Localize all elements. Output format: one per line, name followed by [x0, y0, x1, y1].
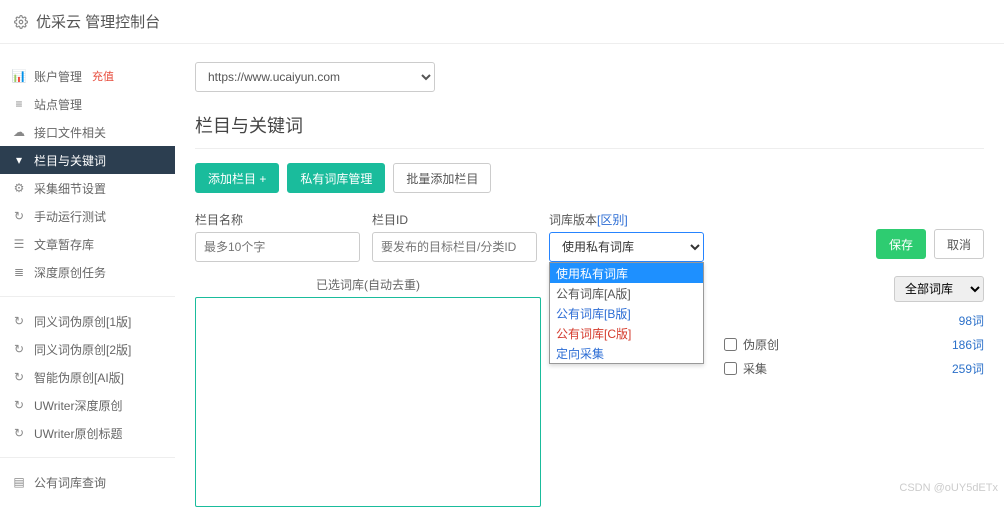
- site-url-select[interactable]: https://www.ucaiyun.com: [195, 62, 435, 92]
- layers-icon: ≡: [12, 97, 26, 111]
- sync-icon: ↻: [12, 370, 26, 384]
- dropdown-option-targeted[interactable]: 定向采集: [550, 343, 703, 363]
- stat-value: 98词: [959, 312, 984, 329]
- stat-row: 伪原创 186词: [724, 332, 984, 356]
- gear-icon: [14, 14, 28, 30]
- chart-icon: 📊: [12, 69, 26, 83]
- sidebar-item-syn1[interactable]: ↻同义词伪原创[1版]: [0, 307, 175, 335]
- sync-icon: ↻: [12, 398, 26, 412]
- sidebar-item-site[interactable]: ≡站点管理: [0, 90, 175, 118]
- lib-version-label: 词库版本[区别]: [549, 211, 704, 228]
- sync-icon: ↻: [12, 314, 26, 328]
- cogs-icon: ⚙: [12, 181, 26, 195]
- sidebar-item-store[interactable]: ☰文章暂存库: [0, 230, 175, 258]
- lib-version-dropdown: 使用私有词库 公有词库[A版] 公有词库[B版] 公有词库[C版] 定向采集: [549, 262, 704, 364]
- divider: [0, 457, 175, 458]
- book-icon: ▤: [12, 475, 26, 489]
- lib-filter-select[interactable]: 全部词库: [894, 276, 984, 302]
- recharge-badge: 充值: [92, 68, 114, 84]
- pseudo-original-checkbox[interactable]: [724, 338, 737, 351]
- sync-icon: ↻: [12, 426, 26, 440]
- sync-icon: ↻: [12, 342, 26, 356]
- stat-row: 采集 259词: [724, 356, 984, 380]
- divider: [0, 296, 175, 297]
- app-title: 优采云 管理控制台: [36, 11, 160, 32]
- sidebar-item-syn2[interactable]: ↻同义词伪原创[2版]: [0, 335, 175, 363]
- column-id-label: 栏目ID: [372, 211, 537, 228]
- column-name-label: 栏目名称: [195, 211, 360, 228]
- list-icon: ☰: [12, 237, 26, 251]
- stat-label: 采集: [743, 360, 767, 377]
- stat-value: 186词: [952, 336, 984, 353]
- app-header: 优采云 管理控制台: [0, 0, 1004, 44]
- private-lib-button[interactable]: 私有词库管理: [287, 163, 385, 193]
- button-row: 添加栏目 + 私有词库管理 批量添加栏目: [195, 163, 984, 193]
- collect-checkbox[interactable]: [724, 362, 737, 375]
- page-title: 栏目与关键词: [195, 112, 984, 149]
- cancel-button[interactable]: 取消: [934, 229, 984, 259]
- sidebar-item-collect[interactable]: ⚙采集细节设置: [0, 174, 175, 202]
- refresh-icon: ↻: [12, 209, 26, 223]
- bulk-add-button[interactable]: 批量添加栏目: [393, 163, 491, 193]
- sidebar-item-deep[interactable]: ≣深度原创任务: [0, 258, 175, 286]
- main-content: https://www.ucaiyun.com 栏目与关键词 添加栏目 + 私有…: [175, 44, 1004, 525]
- selected-lib-title: 已选词库(自动去重): [195, 276, 541, 293]
- watermark: CSDN @oUY5dETx: [899, 482, 998, 494]
- filter-icon: ▾: [12, 153, 26, 167]
- stats-column: 全部词库 98词 伪原创 186词 采集 259词: [724, 276, 984, 507]
- save-button[interactable]: 保存: [876, 229, 926, 259]
- dropdown-option-c[interactable]: 公有词库[C版]: [550, 323, 703, 343]
- sidebar-item-public-lib[interactable]: ▤公有词库查询: [0, 468, 175, 496]
- dropdown-option-private[interactable]: 使用私有词库: [550, 263, 703, 283]
- sidebar-item-columns[interactable]: ▾栏目与关键词: [0, 146, 175, 174]
- sidebar: 📊账户管理充值 ≡站点管理 ☁接口文件相关 ▾栏目与关键词 ⚙采集细节设置 ↻手…: [0, 44, 175, 525]
- lib-version-select[interactable]: 使用私有词库: [549, 232, 704, 262]
- dropdown-option-a[interactable]: 公有词库[A版]: [550, 283, 703, 303]
- stat-label: 伪原创: [743, 336, 779, 353]
- sidebar-item-uwriter-deep[interactable]: ↻UWriter深度原创: [0, 391, 175, 419]
- dropdown-option-b[interactable]: 公有词库[B版]: [550, 303, 703, 323]
- column-id-input[interactable]: [372, 232, 537, 262]
- column-name-input[interactable]: [195, 232, 360, 262]
- stat-row: 98词: [724, 308, 984, 332]
- form-row: 栏目名称 栏目ID 词库版本[区别] 使用私有词库 使用私有词库 公有词库[A版…: [195, 211, 984, 262]
- stat-value: 259词: [952, 360, 984, 377]
- sidebar-item-account[interactable]: 📊账户管理充值: [0, 62, 175, 90]
- add-column-button[interactable]: 添加栏目 +: [195, 163, 279, 193]
- sidebar-item-uwriter-title[interactable]: ↻UWriter原创标题: [0, 419, 175, 447]
- sidebar-item-interface[interactable]: ☁接口文件相关: [0, 118, 175, 146]
- stack-icon: ≣: [12, 265, 26, 279]
- selected-lib-panel: [195, 297, 541, 507]
- sidebar-item-manual[interactable]: ↻手动运行测试: [0, 202, 175, 230]
- sidebar-item-ai[interactable]: ↻智能伪原创[AI版]: [0, 363, 175, 391]
- cloud-icon: ☁: [12, 125, 26, 139]
- difference-link[interactable]: [区别]: [597, 213, 628, 227]
